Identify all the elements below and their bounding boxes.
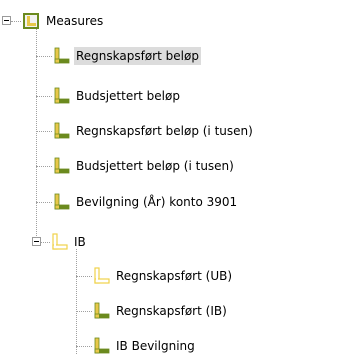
tree-connector xyxy=(76,311,92,312)
tree-node-measures[interactable]: Measures xyxy=(22,11,162,31)
measure-icon xyxy=(54,122,70,139)
tree-node-measure[interactable]: Regnskapsført (UB) xyxy=(92,266,322,286)
tree-node-label: IB xyxy=(74,235,86,249)
tree-node-measure[interactable]: Regnskapsført beløp (i tusen) xyxy=(52,121,342,141)
tree-connector xyxy=(36,56,52,57)
tree-node-label: Budsjettert beløp (i tusen) xyxy=(76,159,234,173)
collapse-toggle-measures[interactable] xyxy=(2,16,11,25)
measure-icon xyxy=(54,157,70,174)
tree-node-label: Measures xyxy=(46,14,104,28)
tree-node-measure[interactable]: IB Bevilgning xyxy=(92,336,322,356)
tree-node-label: IB Bevilgning xyxy=(116,339,195,353)
tree-connector xyxy=(76,249,77,354)
measure-icon xyxy=(54,193,70,210)
tree-connector xyxy=(11,21,21,22)
tree-node-measure[interactable]: Regnskapsført (IB) xyxy=(92,301,322,321)
collapse-toggle-ib[interactable] xyxy=(32,237,41,246)
tree-node-folder-ib[interactable]: IB xyxy=(50,232,150,252)
tree-node-measure[interactable]: Bevilgning (År) konto 3901 xyxy=(52,192,342,212)
measure-group-icon xyxy=(23,13,39,29)
tree-connector xyxy=(76,346,92,347)
measure-icon xyxy=(94,337,110,354)
tree-node-label: Regnskapsført beløp (i tusen) xyxy=(76,124,253,138)
measure-icon xyxy=(94,302,110,319)
measure-icon xyxy=(54,47,70,64)
tree-connector xyxy=(36,29,37,242)
tree-node-measure[interactable]: Budsjettert beløp xyxy=(52,86,292,106)
tree-connector xyxy=(36,96,52,97)
tree-connector xyxy=(76,276,92,277)
measure-folder-icon xyxy=(52,233,68,250)
tree-node-measure[interactable]: Budsjettert beløp (i tusen) xyxy=(52,156,342,176)
tree-connector xyxy=(36,131,52,132)
tree-connector xyxy=(36,166,52,167)
tree-node-label: Regnskapsført (UB) xyxy=(116,269,233,283)
tree-node-label: Budsjettert beløp xyxy=(76,89,180,103)
tree-node-measure[interactable]: Regnskapsført beløp xyxy=(52,46,292,66)
calculated-measure-icon xyxy=(94,267,110,284)
tree-connector xyxy=(36,202,52,203)
tree-node-label: Bevilgning (År) konto 3901 xyxy=(76,195,238,209)
tree-node-label: Regnskapsført (IB) xyxy=(116,304,227,318)
tree-node-label: Regnskapsført beløp xyxy=(74,47,201,65)
measures-tree: Measures Regnskapsført beløp Budsjettert… xyxy=(0,0,349,354)
measure-icon xyxy=(54,87,70,104)
